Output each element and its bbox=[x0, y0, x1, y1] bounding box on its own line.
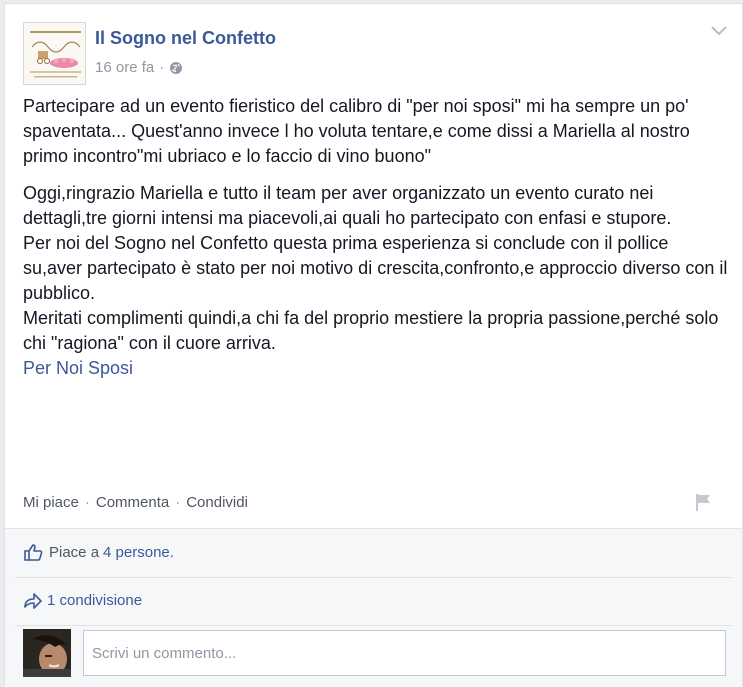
chevron-down-icon[interactable] bbox=[709, 24, 729, 38]
page-logo-icon bbox=[24, 23, 85, 84]
feedback-section: Piace a 4 persone. 1 condivisione bbox=[5, 528, 742, 687]
action-separator: · bbox=[84, 494, 90, 511]
user-avatar[interactable] bbox=[23, 629, 71, 677]
action-separator: · bbox=[175, 494, 181, 511]
likes-summary: Piace a 4 persone. bbox=[23, 543, 174, 561]
post-actions: Mi piace · Commenta · Condividi bbox=[23, 494, 248, 511]
likes-count-link[interactable]: 4 persone. bbox=[103, 544, 174, 561]
comment-input[interactable] bbox=[83, 630, 726, 676]
globe-icon[interactable] bbox=[169, 61, 183, 75]
flag-icon[interactable] bbox=[693, 492, 713, 512]
thumbs-up-icon bbox=[24, 544, 43, 561]
user-photo-icon bbox=[23, 629, 71, 677]
shares-summary: 1 condivisione bbox=[23, 591, 142, 609]
tagged-page-link[interactable]: Per Noi Sposi bbox=[23, 356, 133, 381]
post-paragraph: Partecipare ad un evento fieristico del … bbox=[23, 96, 690, 166]
divider bbox=[15, 577, 732, 578]
post-body: Partecipare ad un evento fieristico del … bbox=[23, 94, 728, 381]
post-card: Il Sogno nel Confetto 16 ore fa · Partec… bbox=[4, 3, 743, 687]
share-arrow-icon bbox=[24, 593, 42, 609]
like-link[interactable]: Mi piace bbox=[23, 494, 79, 511]
post-meta: 16 ore fa · bbox=[95, 59, 183, 76]
comment-link[interactable]: Commenta bbox=[96, 494, 169, 511]
page-name-link[interactable]: Il Sogno nel Confetto bbox=[95, 28, 276, 49]
post-paragraph: Meritati complimenti quindi,a chi fa del… bbox=[23, 308, 719, 353]
post-timestamp[interactable]: 16 ore fa bbox=[95, 59, 154, 76]
likes-prefix: Piace a bbox=[49, 543, 100, 561]
meta-separator: · bbox=[159, 59, 165, 76]
shares-count-link[interactable]: 1 condivisione bbox=[47, 592, 142, 609]
divider bbox=[15, 625, 732, 626]
post-paragraph: Oggi,ringrazio Mariella e tutto il team … bbox=[23, 183, 672, 228]
post-paragraph: Per noi del Sogno nel Confetto questa pr… bbox=[23, 233, 728, 303]
share-link[interactable]: Condividi bbox=[186, 494, 248, 511]
page-avatar[interactable] bbox=[23, 22, 86, 85]
